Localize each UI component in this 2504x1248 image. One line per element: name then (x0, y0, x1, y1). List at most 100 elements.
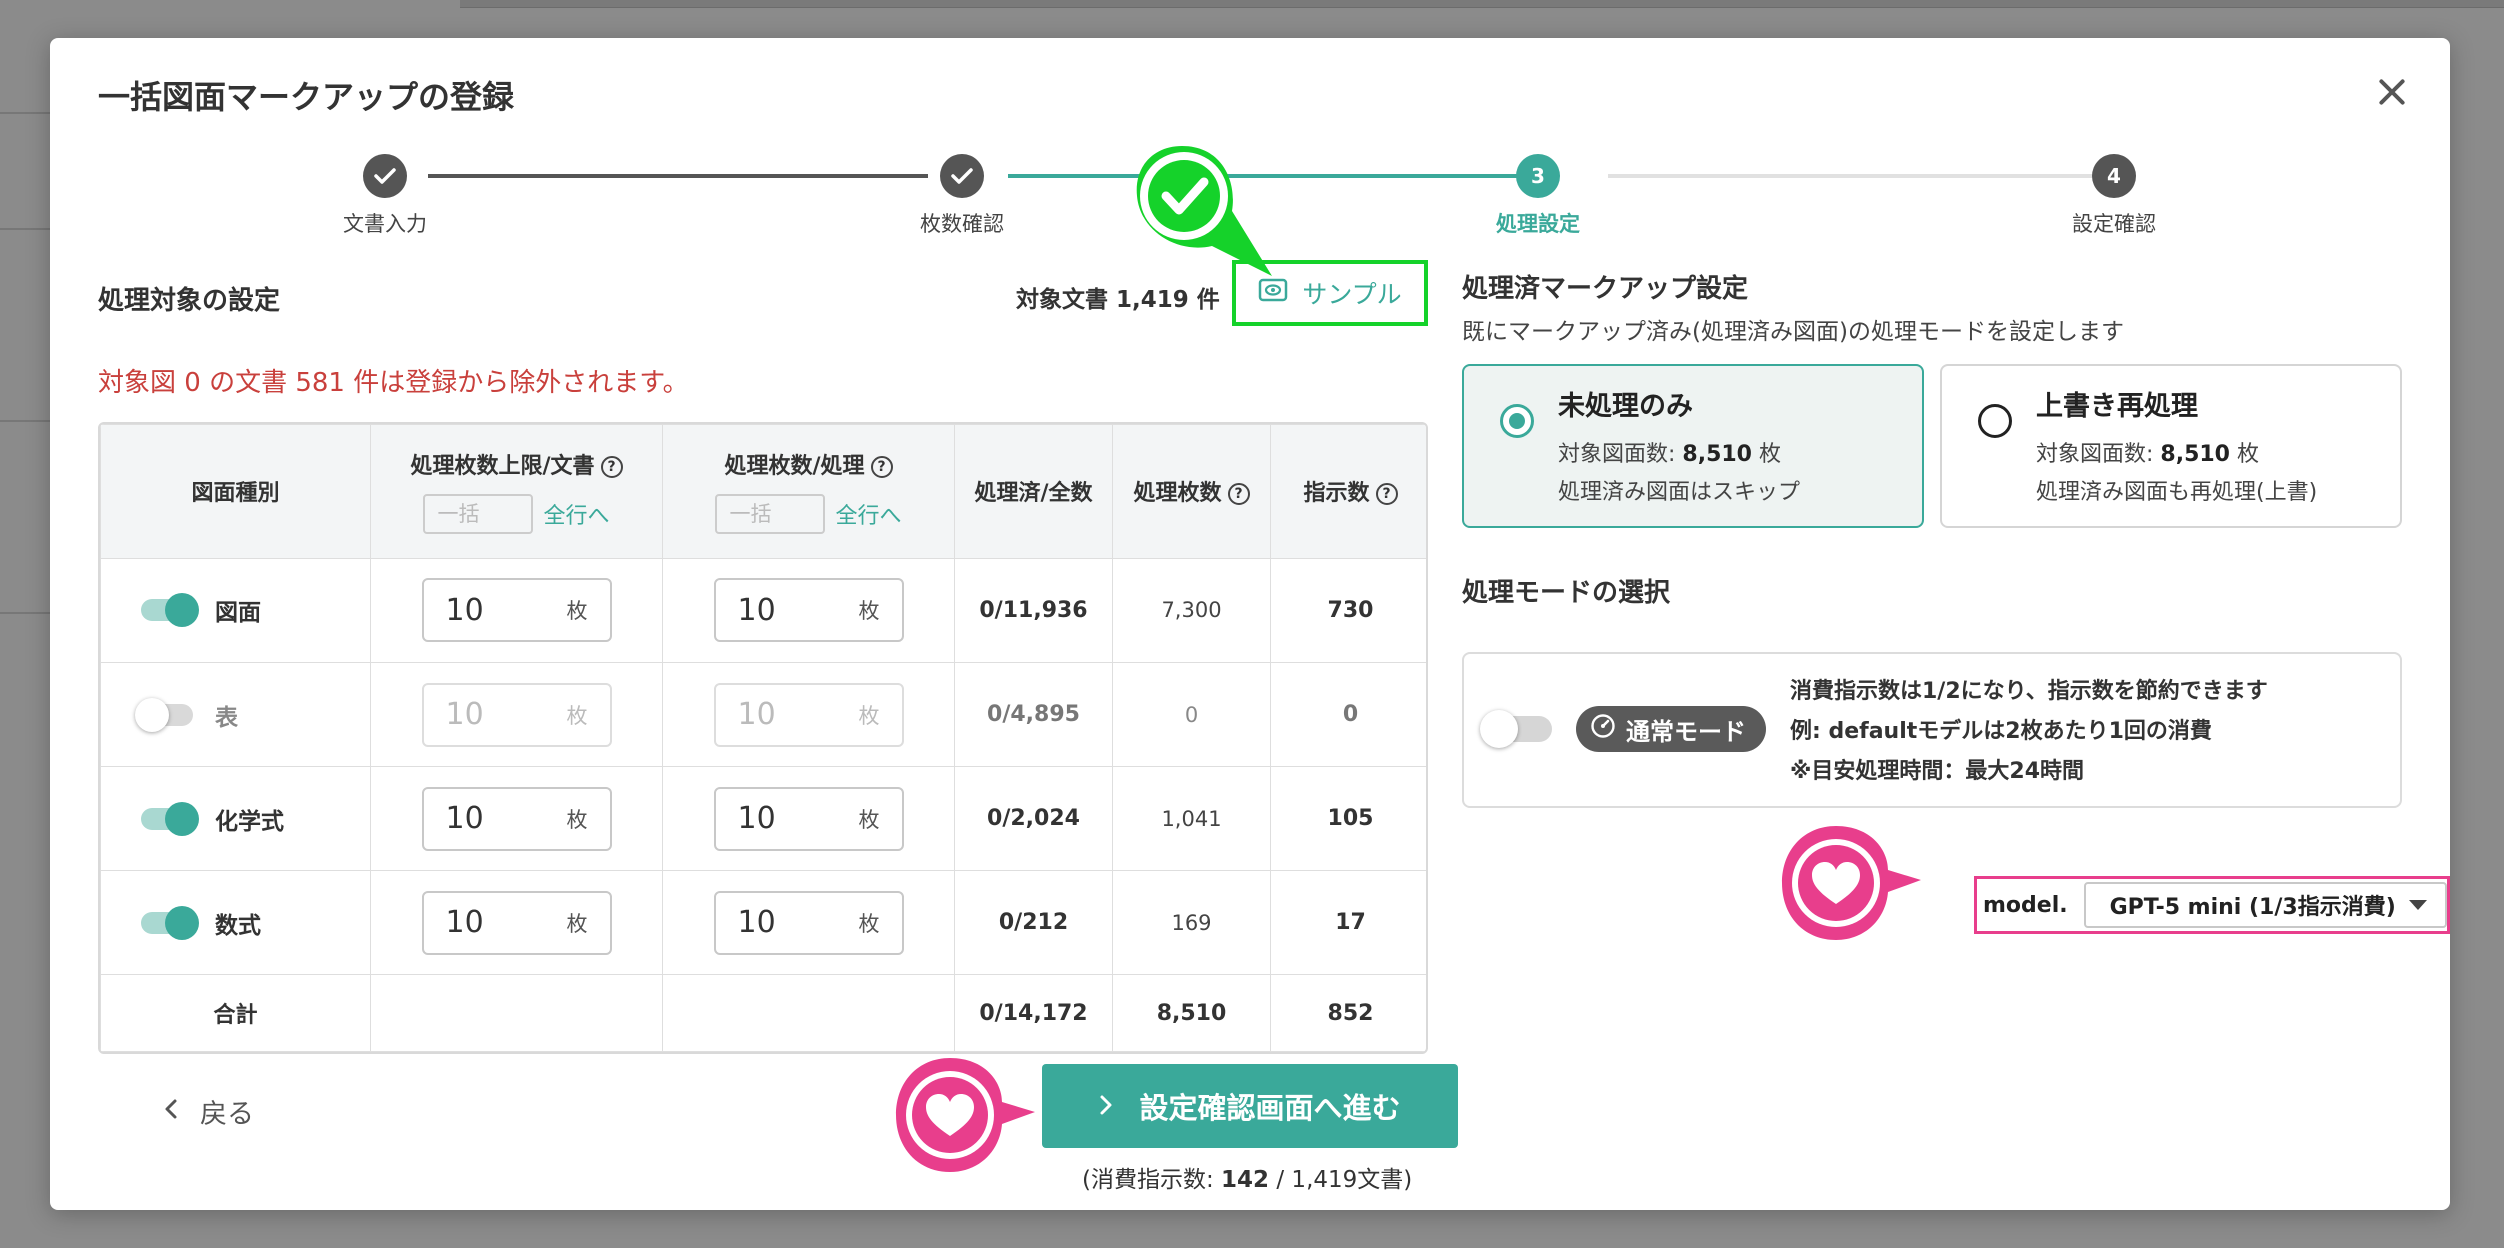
model-value: GPT-5 mini (1/3指示消費) (2109, 895, 2396, 920)
count-cell: 1,041 (1112, 766, 1271, 872)
radio-unselected[interactable] (1978, 404, 2012, 438)
help-icon[interactable]: ? (600, 456, 623, 479)
back-button[interactable]: 戻る (164, 1092, 254, 1131)
kind-label: 図面 (215, 600, 261, 627)
step-document-input: 文書入力 (285, 154, 485, 238)
kind-cell: 化学式 (101, 801, 370, 836)
table-row: 化学式 10 枚 10 枚 0/2,024 1,041 105 (100, 766, 1426, 872)
speedometer-icon (1590, 713, 1616, 745)
column-header-instr: 指示数? (1270, 424, 1426, 559)
table-row: 数式 10 枚 10 枚 0/212 169 17 (100, 870, 1426, 976)
exclusion-warning: 対象図 0 の文書 581 件は登録から除外されます。 (98, 368, 689, 398)
step-process-settings: 3 処理設定 (1438, 154, 1638, 238)
total-count: 8,510 (1112, 974, 1271, 1052)
per-stepper[interactable]: 10 枚 (713, 890, 904, 955)
option-title: 未処理のみ (1558, 391, 1693, 422)
limit-stepper[interactable]: 10 枚 (421, 682, 612, 747)
count-cell: 0 (1112, 662, 1271, 768)
option-unprocessed-only[interactable]: 未処理のみ 対象図面数: 8,510 枚 処理済み図面はスキップ (1462, 364, 1924, 528)
mode-toggle[interactable] (1480, 710, 1552, 748)
kind-label: 化学式 (215, 808, 284, 835)
sample-button-label: サンプル (1302, 280, 1402, 309)
model-select[interactable]: GPT-5 mini (1/3指示消費) (2083, 882, 2447, 928)
step-label: 設定確認 (2072, 212, 2156, 236)
unit-label: 枚 (566, 807, 588, 832)
proceed-to-confirm-button[interactable]: 設定確認画面へ進む (1042, 1064, 1458, 1148)
heart-icon (1782, 826, 1921, 940)
step-label: 文書入力 (343, 212, 427, 236)
table-row: 表 10 枚 10 枚 0/4,895 0 0 (100, 662, 1426, 768)
kind-toggle[interactable] (135, 697, 193, 732)
check-icon (363, 154, 407, 198)
limit-stepper[interactable]: 10 枚 (421, 890, 612, 955)
column-header-label: 処理枚数 (1133, 481, 1222, 507)
column-header-kind: 図面種別 (100, 424, 371, 559)
option-count: 対象図面数: 8,510 枚 (2036, 442, 2259, 467)
instr-cell: 730 (1270, 557, 1426, 664)
consumption-note: (消費指示数: 142 / 1,419文書) (1082, 1167, 1413, 1193)
per-stepper[interactable]: 10 枚 (713, 578, 904, 643)
check-icon (940, 154, 984, 198)
option-overwrite-reprocess[interactable]: 上書き再処理 対象図面数: 8,510 枚 処理済み図面も再処理(上書) (1940, 364, 2402, 528)
kind-cell: 図面 (101, 593, 370, 628)
kind-toggle[interactable] (141, 905, 199, 940)
kind-toggle[interactable] (141, 801, 199, 836)
close-icon[interactable] (2372, 72, 2412, 112)
per-stepper[interactable]: 10 枚 (713, 682, 904, 747)
per-stepper[interactable]: 10 枚 (713, 786, 904, 851)
limit-value: 10 (445, 592, 484, 628)
modal-title: 一括図面マークアップの登録 (98, 78, 515, 116)
limit-stepper[interactable]: 10 枚 (421, 786, 612, 851)
kind-toggle[interactable] (141, 593, 199, 628)
per-value: 10 (737, 801, 776, 837)
mode-badge: 通常モード (1576, 706, 1766, 752)
stepper-connector (428, 174, 928, 178)
bulk-limit-input[interactable]: 一括 (423, 494, 534, 535)
table-row: 図面 10 枚 10 枚 0/11,936 7,300 730 (100, 557, 1426, 664)
caret-down-icon (2409, 900, 2427, 910)
per-value: 10 (737, 905, 776, 941)
step-number: 4 (2092, 154, 2136, 198)
count-cell: 169 (1112, 870, 1271, 976)
help-icon[interactable]: ? (870, 456, 893, 479)
column-header-label: 処理枚数上限/文書 (410, 454, 595, 480)
unit-label: 枚 (566, 599, 588, 624)
kind-label: 表 (215, 704, 238, 731)
column-header-label: 指示数 (1303, 481, 1370, 507)
step-confirm-settings: 4 設定確認 (2014, 154, 2214, 238)
total-label: 合計 (100, 974, 371, 1052)
apply-all-per-link[interactable]: 全行へ (835, 498, 901, 530)
bulk-per-input[interactable]: 一括 (715, 494, 826, 535)
column-header-limit: 処理枚数上限/文書? 一括 全行へ (370, 424, 663, 559)
unit-label: 枚 (566, 703, 588, 728)
empty-cell (370, 974, 663, 1052)
apply-all-limit-link[interactable]: 全行へ (543, 498, 609, 530)
done-total-cell: 0/4,895 (954, 662, 1113, 768)
limit-value: 10 (445, 905, 484, 941)
unit-label: 枚 (858, 703, 880, 728)
done-total-cell: 0/2,024 (954, 766, 1113, 872)
option-note: 処理済み図面はスキップ (1558, 480, 1801, 505)
help-icon[interactable]: ? (1227, 483, 1250, 506)
processed-markup-title: 処理済マークアップ設定 (1462, 274, 1749, 304)
unit-label: 枚 (858, 807, 880, 832)
unit-label: 枚 (858, 911, 880, 936)
bulk-markup-modal: 一括図面マークアップの登録 文書入力 枚数確認 3 処理設定 4 設定確認 処理… (50, 38, 2450, 1210)
help-icon[interactable]: ? (1375, 483, 1398, 506)
back-button-label: 戻る (200, 1099, 254, 1130)
background-header (460, 0, 2504, 8)
chevron-left-icon (164, 1096, 178, 1127)
model-label: model. (1983, 892, 2068, 918)
count-cell: 7,300 (1112, 557, 1271, 664)
mode-box: 通常モード 消費指示数は1/2になり、指示数を節約できます 例: default… (1462, 652, 2402, 808)
done-total-cell: 0/11,936 (954, 557, 1113, 664)
radio-selected[interactable] (1500, 404, 1534, 438)
step-count-check: 枚数確認 (862, 154, 1062, 238)
limit-stepper[interactable]: 10 枚 (421, 578, 612, 643)
processed-markup-description: 既にマークアップ済み(処理済み図面)の処理モードを設定します (1462, 319, 2124, 345)
kind-cell: 数式 (101, 905, 370, 940)
total-instr: 852 (1270, 974, 1426, 1052)
table-total-row: 合計 0/14,172 8,510 852 (100, 974, 1426, 1052)
total-done-total: 0/14,172 (954, 974, 1113, 1052)
unit-label: 枚 (858, 599, 880, 624)
